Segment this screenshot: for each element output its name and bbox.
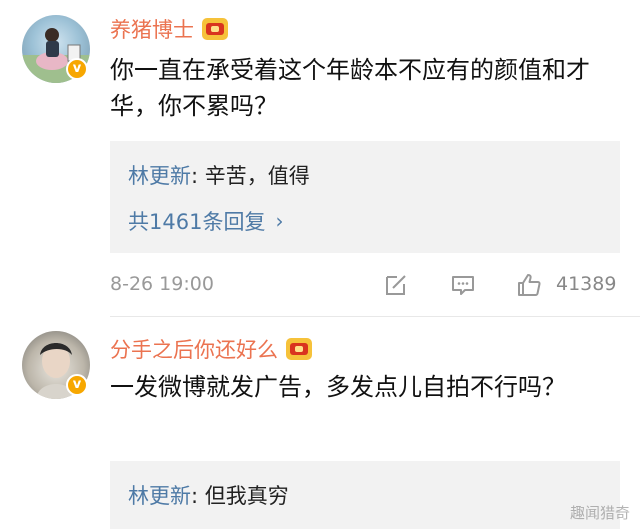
reply-separator: :: [191, 164, 205, 188]
reply-line: 林更新: 但我真穷: [128, 480, 289, 510]
view-replies-link[interactable]: 共1461条回复 ›: [128, 206, 283, 236]
like-count: 41389: [556, 273, 617, 295]
chevron-right-icon: ›: [275, 209, 284, 233]
reply-line: 林更新: 辛苦，值得: [128, 160, 310, 190]
thumbs-up-icon[interactable]: [516, 272, 542, 298]
username[interactable]: 养猪博士: [110, 14, 228, 44]
comment-text: 一发微博就发广告，多发点儿自拍不行吗？: [110, 373, 566, 401]
reply-count-text[interactable]: 共1461条回复: [128, 206, 265, 236]
reply-box[interactable]: 林更新: 辛苦，值得 共1461条回复 ›: [110, 141, 620, 253]
comment-actions: 8-26 19:00 41389: [110, 268, 620, 302]
timestamp: 8-26 19:00: [110, 273, 214, 295]
verified-badge-icon: v: [66, 58, 88, 80]
reply-text: 但我真穷: [204, 484, 289, 508]
reply-author[interactable]: 林更新: [128, 164, 191, 188]
comment-item: v 分手之后你还好么 一发微博就发广告，多发点儿自拍不行吗？ 林更新: 但我真穷: [0, 317, 640, 529]
crown-icon: [286, 338, 312, 360]
comment-text: 你一直在承受着这个年龄本不应有的颜值和才华，你不累吗？: [110, 56, 590, 120]
reply-author[interactable]: 林更新: [128, 484, 191, 508]
verified-badge-icon: v: [66, 374, 88, 396]
username[interactable]: 分手之后你还好么: [110, 334, 312, 364]
comment-icon[interactable]: [450, 272, 476, 298]
reply-separator: :: [191, 484, 205, 508]
comment-item: v 养猪博士 你一直在承受着这个年龄本不应有的颜值和才华，你不累吗？ 林更新: …: [0, 0, 640, 316]
edit-icon[interactable]: [383, 272, 409, 298]
username-text[interactable]: 分手之后你还好么: [110, 334, 278, 364]
crown-icon: [202, 18, 228, 40]
username-text[interactable]: 养猪博士: [110, 14, 194, 44]
reply-text: 辛苦，值得: [204, 164, 310, 188]
watermark: 趣闻猎奇: [569, 504, 630, 522]
reply-box[interactable]: 林更新: 但我真穷: [110, 461, 620, 529]
